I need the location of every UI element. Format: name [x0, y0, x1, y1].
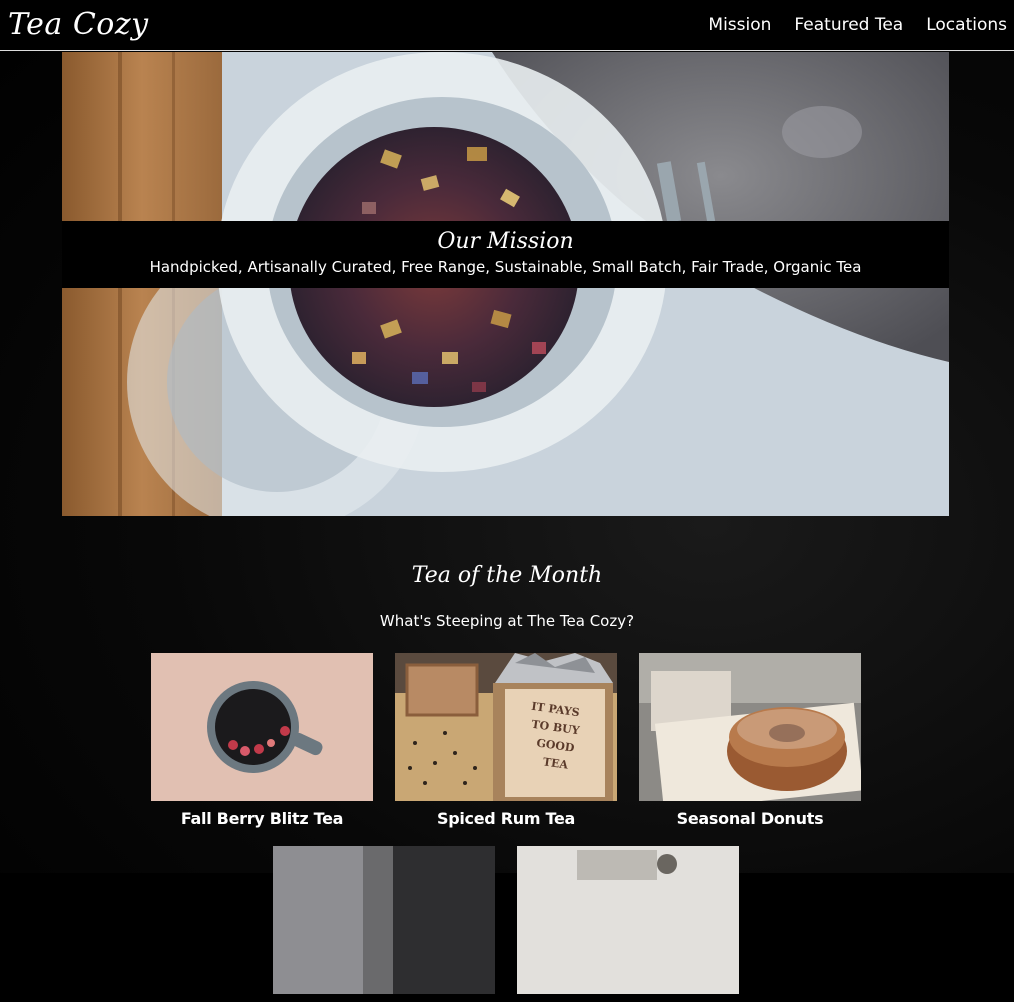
tea-of-month-title: Tea of the Month — [411, 563, 603, 588]
nav-featured-tea[interactable]: Featured Tea — [794, 15, 903, 35]
tea-box-photo: IT PAYS TO BUY GOOD TEA — [395, 653, 617, 801]
hero-image: Our Mission Handpicked, Artisanally Cura… — [62, 52, 949, 516]
nav-mission[interactable]: Mission — [708, 15, 771, 35]
tea-card-label: Seasonal Donuts — [676, 809, 824, 828]
donut-photo — [639, 653, 861, 801]
tea-card-label: Fall Berry Blitz Tea — [180, 809, 344, 828]
tea-card-fall-berry[interactable]: Fall Berry Blitz Tea — [151, 653, 373, 828]
partial-photo-5 — [517, 846, 739, 994]
partial-photo-4 — [273, 846, 495, 994]
tea-card-seasonal-donuts[interactable]: Seasonal Donuts — [639, 653, 861, 828]
tea-card-label: Spiced Rum Tea — [436, 809, 575, 828]
mission-title: Our Mission — [437, 229, 574, 254]
mission-text: Handpicked, Artisanally Curated, Free Ra… — [149, 258, 862, 276]
logo[interactable]: Tea Cozy — [8, 7, 149, 42]
berry-tea-mug-photo — [151, 653, 373, 801]
tea-of-month-subtitle: What's Steeping at The Tea Cozy? — [379, 612, 635, 630]
tea-card-spiced-rum[interactable]: IT PAYS TO BUY GOOD TEA Spiced Rum Tea — [395, 653, 617, 828]
mission-banner: Our Mission Handpicked, Artisanally Cura… — [62, 221, 949, 288]
site-header: Tea Cozy Mission Featured Tea Locations — [0, 0, 1014, 51]
tea-card-4[interactable] — [273, 846, 495, 1002]
main-nav: Mission Featured Tea Locations — [708, 15, 1007, 35]
nav-locations[interactable]: Locations — [926, 15, 1007, 35]
tea-card-5[interactable] — [517, 846, 739, 1002]
